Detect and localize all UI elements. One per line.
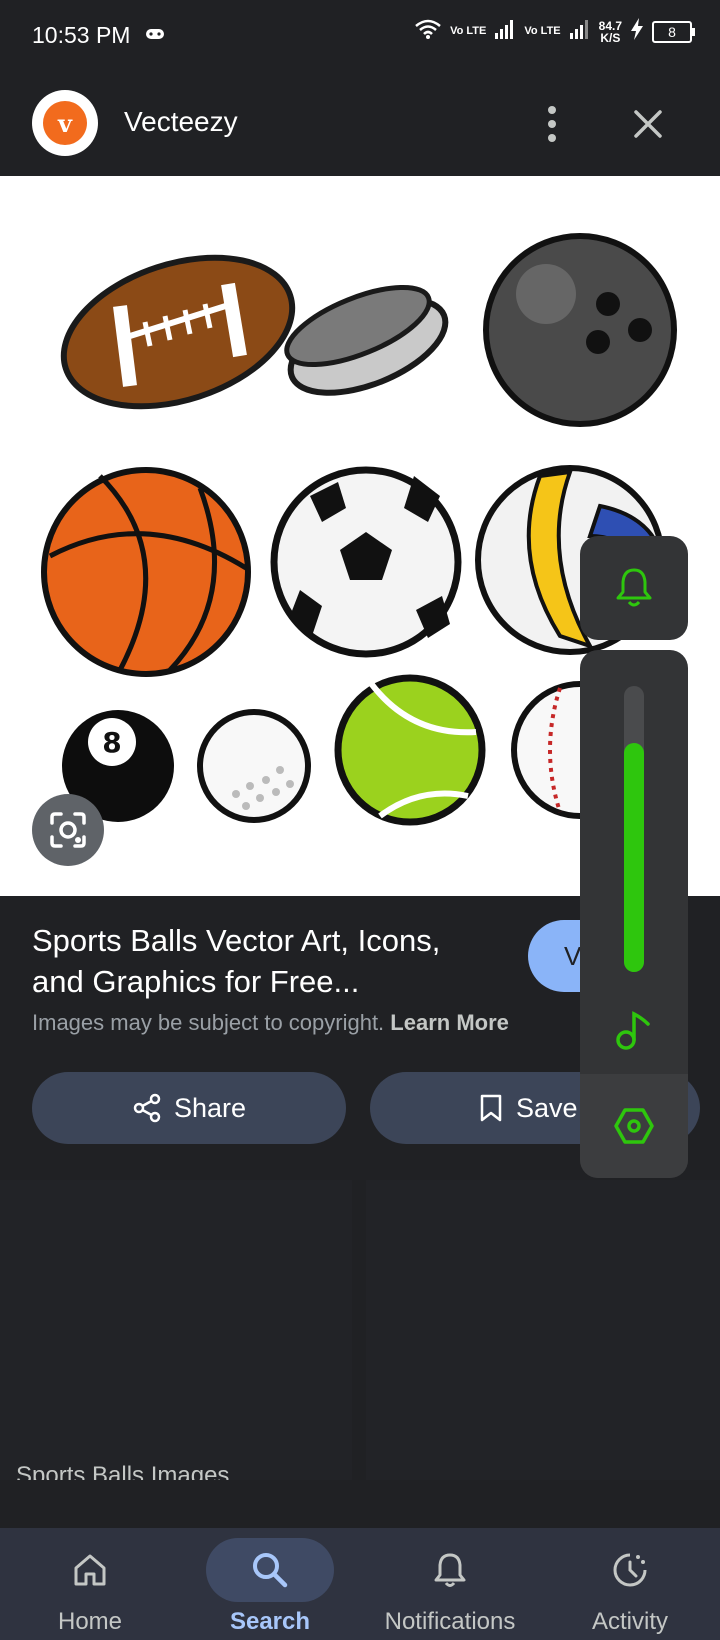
close-button[interactable] xyxy=(628,104,668,144)
network-label-1: Vo LTE xyxy=(450,25,487,37)
nav-notifications-label: Notifications xyxy=(384,1608,516,1635)
signal-icon-2 xyxy=(569,19,591,44)
share-icon xyxy=(133,1093,161,1123)
lens-button[interactable] xyxy=(32,794,104,866)
app-header: v Vecteezy xyxy=(0,72,720,176)
bowling-ball-graphic xyxy=(483,233,677,427)
basketball-graphic xyxy=(41,467,251,677)
close-icon xyxy=(634,110,662,138)
copyright-notice: Images may be subject to copyright. Lear… xyxy=(32,1010,509,1036)
nav-activity[interactable]: Activity xyxy=(540,1528,720,1640)
svg-text:8: 8 xyxy=(102,726,121,759)
related-image-right[interactable] xyxy=(366,1180,720,1480)
search-icon xyxy=(253,1553,288,1588)
bell-icon xyxy=(434,1553,466,1587)
status-time: 10:53 PM xyxy=(32,22,131,48)
visit-button-label: V xyxy=(564,940,582,971)
signal-icon xyxy=(494,19,516,44)
gamepad-icon xyxy=(145,26,165,47)
sound-settings-button[interactable] xyxy=(580,1074,688,1178)
nav-activity-label: Activity xyxy=(591,1608,668,1635)
home-icon xyxy=(74,1554,106,1586)
tennis-ball-graphic xyxy=(334,674,486,826)
site-name[interactable]: Vecteezy xyxy=(124,106,238,138)
activity-icon xyxy=(613,1553,647,1587)
lens-icon xyxy=(50,812,86,848)
music-note-icon xyxy=(616,1011,650,1050)
site-logo-letter: v xyxy=(43,101,87,145)
volume-slider[interactable] xyxy=(624,686,644,972)
nav-search-label: Search xyxy=(229,1608,311,1635)
speed-unit: K/S xyxy=(600,30,621,45)
copyright-text: Images may be subject to copyright. xyxy=(32,1010,385,1035)
bell-icon xyxy=(616,568,652,607)
hockey-puck-graphic xyxy=(284,284,449,396)
volume-level xyxy=(624,743,644,972)
notification-toggle[interactable] xyxy=(580,536,688,640)
nav-notifications[interactable]: Notifications xyxy=(360,1528,540,1640)
learn-more-link[interactable]: Learn More xyxy=(390,1010,509,1035)
result-title[interactable]: Sports Balls Vector Art, Icons, and Grap… xyxy=(32,920,492,1002)
site-logo[interactable]: v xyxy=(32,90,98,156)
save-label: Save xyxy=(516,1092,578,1123)
status-bar: 10:53 PM Vo LTE Vo LTE 84.7 K/S 8 xyxy=(0,0,720,72)
related-image-left[interactable] xyxy=(0,1180,352,1480)
charging-icon xyxy=(630,18,644,45)
nav-home[interactable]: Home xyxy=(0,1528,180,1640)
share-button[interactable]: Share xyxy=(32,1072,346,1144)
media-volume-button[interactable] xyxy=(612,1008,656,1057)
status-icons: Vo LTE Vo LTE 84.7 K/S 8 xyxy=(414,18,695,45)
wifi-icon xyxy=(414,18,442,45)
bookmark-icon xyxy=(480,1094,502,1122)
soccer-ball-graphic xyxy=(270,466,462,658)
network-speed: 84.7 K/S xyxy=(599,20,622,44)
settings-icon xyxy=(614,1108,654,1144)
golf-ball-graphic xyxy=(197,709,311,823)
share-label: Share xyxy=(173,1092,247,1123)
battery-indicator: 8 xyxy=(652,20,695,43)
more-options-button[interactable] xyxy=(536,100,568,148)
network-label-2: Vo LTE xyxy=(524,25,561,37)
related-caption[interactable]: Sports Balls Images xyxy=(16,1462,229,1480)
volume-panel xyxy=(580,650,688,1178)
nav-home-label: Home xyxy=(57,1608,123,1635)
football-graphic xyxy=(60,254,296,410)
nav-search[interactable]: Search xyxy=(180,1528,360,1640)
bottom-nav: Home Search Notifications Activity xyxy=(0,1528,720,1640)
more-vert-icon xyxy=(548,106,556,142)
